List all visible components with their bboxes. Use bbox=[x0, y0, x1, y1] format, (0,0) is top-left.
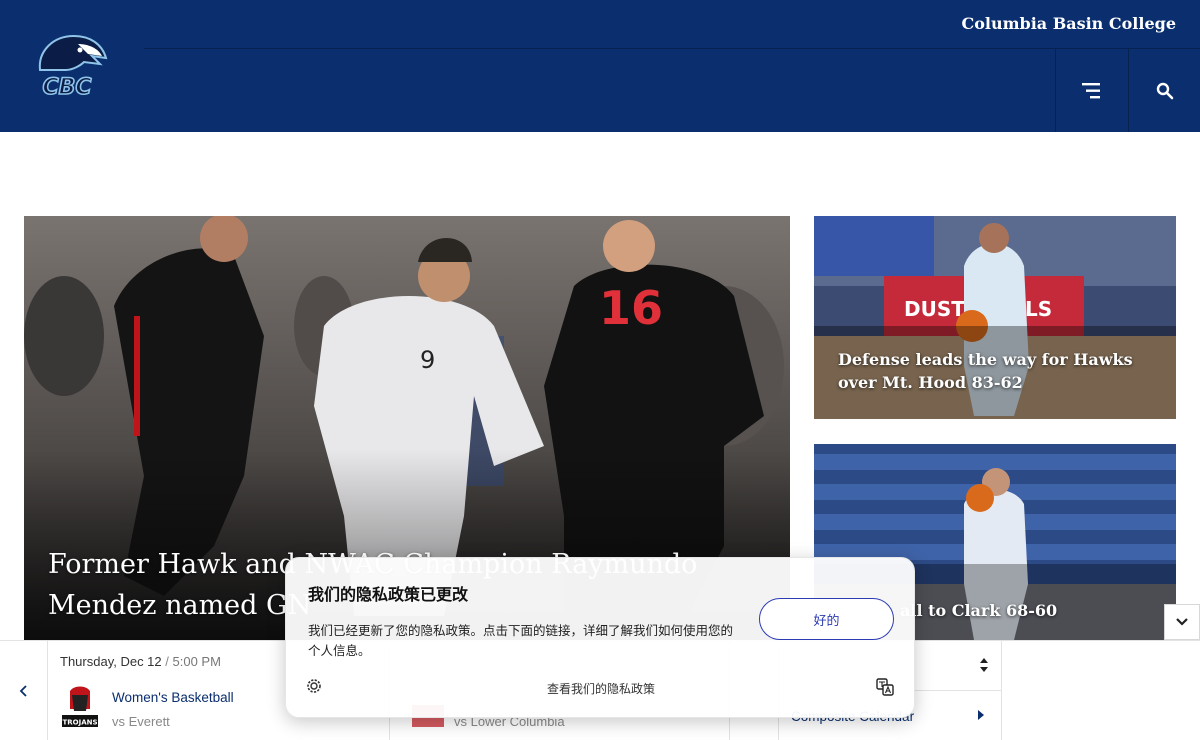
privacy-dialog: 我们的隐私政策已更改 我们已经更新了您的隐私政策。点击下面的链接，详细了解我们如… bbox=[285, 557, 915, 718]
collapse-button[interactable] bbox=[1164, 604, 1200, 640]
cbc-hawk-logo[interactable]: CBC bbox=[22, 30, 112, 102]
scoreboard-prev-button[interactable] bbox=[0, 641, 48, 740]
card-title[interactable]: Defense leads the way for Hawks over Mt.… bbox=[838, 348, 1158, 394]
logo-text: CBC bbox=[42, 75, 91, 100]
menu-icon bbox=[1081, 82, 1100, 98]
card-title[interactable]: all to Clark 68-60 bbox=[900, 599, 1160, 622]
game-sport[interactable]: Women's Basketball bbox=[112, 690, 234, 705]
search-button[interactable] bbox=[1128, 49, 1200, 132]
privacy-policy-link[interactable]: 查看我们的隐私政策 bbox=[286, 680, 916, 697]
caret-right-icon bbox=[978, 710, 984, 720]
chevron-down-icon bbox=[1176, 618, 1188, 626]
menu-button[interactable] bbox=[1055, 49, 1127, 132]
story-card-basketball-men[interactable]: DUST DEVILS Defense leads the way for Ha… bbox=[814, 216, 1176, 419]
trojans-logo-text: TROJANS bbox=[62, 719, 97, 727]
search-icon bbox=[1156, 82, 1173, 99]
header-divider bbox=[144, 48, 1200, 49]
chevron-left-icon bbox=[19, 685, 27, 697]
game-date: Thursday, Dec 12 / 5:00 PM bbox=[60, 654, 221, 669]
privacy-title: 我们的隐私政策已更改 bbox=[308, 587, 469, 604]
college-name-link[interactable]: Columbia Basin College bbox=[961, 14, 1176, 33]
trojans-logo: TROJANS bbox=[60, 685, 100, 729]
site-header: CBC Columbia Basin College bbox=[0, 0, 1200, 132]
translate-icon[interactable] bbox=[876, 678, 894, 701]
game-opponent: vs Everett bbox=[112, 714, 170, 729]
sort-arrows-icon bbox=[980, 658, 988, 672]
privacy-ok-button[interactable]: 好的 bbox=[759, 598, 894, 640]
privacy-body: 我们已经更新了您的隐私政策。点击下面的链接，详细了解我们如何使用您的个人信息。 bbox=[308, 624, 734, 658]
